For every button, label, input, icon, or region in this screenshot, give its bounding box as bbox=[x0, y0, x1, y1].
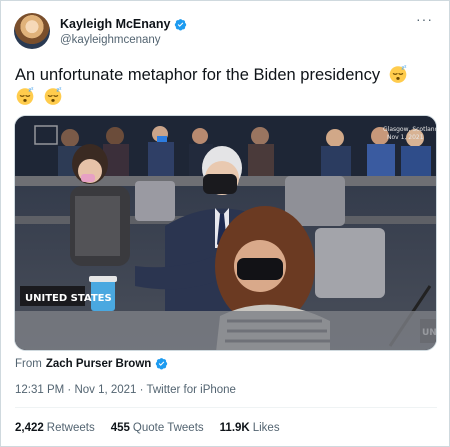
likes-label: Likes bbox=[252, 422, 280, 434]
quotes-label: Quote Tweets bbox=[132, 422, 204, 434]
tweet-body: An unfortunate metaphor for the Biden pr… bbox=[15, 66, 381, 84]
likes-count: 11.9K bbox=[219, 422, 250, 434]
sleeping-face-emoji-icon: z z bbox=[16, 86, 34, 105]
author-name-row: Kayleigh McEnany bbox=[60, 16, 187, 32]
tweet-text: An unfortunate metaphor for the Biden pr… bbox=[15, 64, 435, 108]
svg-text:z: z bbox=[31, 86, 34, 90]
more-options-icon[interactable]: ··· bbox=[416, 11, 433, 27]
tweet-timestamp[interactable]: 12:31 PM · Nov 1, 2021 · Twitter for iPh… bbox=[15, 384, 236, 396]
video-attribution: From Zach Purser Brown bbox=[15, 357, 168, 370]
video-frame: UNITED STATES UN Glasgow, Scotland Nov 1… bbox=[15, 116, 437, 350]
sleeping-face-emoji-icon: z z bbox=[389, 64, 407, 83]
retweets-label: Retweets bbox=[46, 422, 95, 434]
quotes-count: 455 bbox=[110, 422, 130, 434]
from-name[interactable]: Zach Purser Brown bbox=[46, 358, 151, 370]
sleeping-face-emoji-icon: z z bbox=[44, 86, 62, 105]
verified-badge-icon bbox=[156, 358, 168, 370]
verified-badge-icon bbox=[175, 18, 187, 30]
retweets-count: 2,422 bbox=[15, 422, 44, 434]
placard-united-states: UNITED STATES bbox=[25, 293, 112, 304]
divider bbox=[15, 407, 437, 408]
author-handle[interactable]: @kayleighmcenany bbox=[60, 34, 161, 46]
author-name[interactable]: Kayleigh McEnany bbox=[60, 17, 170, 31]
video-watermark-date: Nov 1, 2021 bbox=[387, 134, 424, 141]
avatar[interactable] bbox=[14, 13, 50, 49]
retweets-stat[interactable]: 2,422 Retweets bbox=[15, 422, 95, 434]
quote-tweets-stat[interactable]: 455 Quote Tweets bbox=[111, 422, 204, 434]
tweet-video[interactable]: UNITED STATES UN Glasgow, Scotland Nov 1… bbox=[14, 115, 437, 351]
tweet-stats: 2,422 Retweets 455 Quote Tweets 11.9K Likes bbox=[15, 422, 280, 434]
tweet-card: Kayleigh McEnany @kayleighmcenany ··· An… bbox=[0, 0, 450, 447]
from-label: From bbox=[15, 357, 42, 370]
svg-text:z: z bbox=[59, 86, 62, 90]
likes-stat[interactable]: 11.9K Likes bbox=[220, 422, 280, 434]
svg-text:z: z bbox=[404, 64, 407, 68]
video-watermark: Glasgow, Scotland bbox=[383, 126, 437, 133]
